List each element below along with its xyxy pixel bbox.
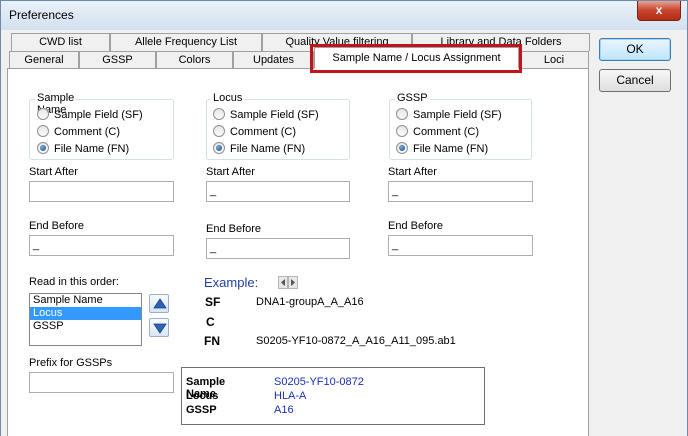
example-next-button[interactable] — [288, 276, 298, 289]
ok-button[interactable]: OK — [599, 38, 671, 61]
list-item[interactable]: Sample Name — [30, 294, 141, 307]
radio-checked-icon — [37, 142, 49, 154]
result-sample-name-value: S0205-YF10-0872 — [274, 376, 364, 388]
gssp-start-after-input[interactable]: _ — [388, 181, 533, 202]
radio-icon — [213, 108, 225, 120]
read-order-listbox[interactable]: Sample Name Locus GSSP — [29, 293, 142, 346]
gssp-group-label: GSSP — [395, 92, 430, 104]
locus-end-before-input[interactable]: _ — [206, 238, 350, 259]
locus-start-after-input[interactable]: _ — [206, 181, 350, 202]
example-prev-button[interactable] — [278, 276, 288, 289]
move-up-button[interactable] — [149, 294, 169, 313]
chevron-left-icon — [281, 279, 285, 286]
tab-updates[interactable]: Updates — [233, 51, 314, 69]
tab-loci[interactable]: Loci — [519, 51, 589, 69]
radio-icon — [37, 125, 49, 137]
tab-allele-frequency-list[interactable]: Allele Frequency List — [110, 33, 262, 51]
result-gssp-value: A16 — [274, 404, 294, 416]
gssp-end-before-input[interactable]: _ — [388, 235, 533, 256]
gssp-option-sf[interactable]: Sample Field (SF) — [396, 108, 502, 123]
window-title: Preferences — [9, 8, 74, 22]
sample-name-option-fn[interactable]: File Name (FN) — [37, 142, 129, 157]
example-fn-key: FN — [204, 334, 220, 348]
result-locus-key: Locus — [186, 390, 219, 402]
radio-checked-icon — [213, 142, 225, 154]
list-item[interactable]: Locus — [30, 307, 141, 320]
move-down-button[interactable] — [149, 318, 169, 337]
result-locus-value: HLA-A — [274, 390, 307, 402]
gssp-option-c[interactable]: Comment (C) — [396, 125, 479, 140]
title-bar: Preferences x — [1, 1, 687, 30]
locus-option-sf[interactable]: Sample Field (SF) — [213, 108, 319, 123]
arrow-down-icon — [153, 323, 167, 334]
sample-name-end-before-input[interactable]: _ — [29, 235, 174, 256]
prefix-gssp-label: Prefix for GSSPs — [29, 357, 113, 369]
radio-icon — [396, 108, 408, 120]
cancel-button[interactable]: Cancel — [599, 69, 671, 92]
example-fn-value: S0205-YF10-0872_A_A16_A11_095.ab1 — [256, 335, 456, 347]
tab-gssp[interactable]: GSSP — [79, 51, 156, 69]
close-button[interactable]: x — [637, 1, 681, 21]
radio-icon — [396, 125, 408, 137]
tab-colors[interactable]: Colors — [156, 51, 233, 69]
sample-name-option-sf[interactable]: Sample Field (SF) — [37, 108, 143, 123]
sample-name-start-after-input[interactable] — [29, 181, 174, 202]
list-item[interactable]: GSSP — [30, 320, 141, 333]
tab-cwd-list[interactable]: CWD list — [11, 33, 110, 51]
chevron-right-icon — [291, 279, 295, 286]
locus-end-before-label: End Before — [206, 223, 262, 235]
radio-icon — [37, 108, 49, 120]
radio-icon — [213, 125, 225, 137]
result-gssp-key: GSSP — [186, 404, 217, 416]
example-sf-key: SF — [205, 295, 221, 309]
example-c-key: C — [206, 315, 215, 329]
gssp-start-after-label: Start After — [388, 166, 437, 178]
read-order-label: Read in this order: — [29, 276, 119, 288]
sample-name-option-c[interactable]: Comment (C) — [37, 125, 120, 140]
tab-sample-name-locus-assignment[interactable]: Sample Name / Locus Assignment — [314, 47, 519, 69]
gssp-option-fn[interactable]: File Name (FN) — [396, 142, 488, 157]
sample-name-start-after-label: Start After — [29, 166, 78, 178]
prefix-gssp-input[interactable] — [29, 372, 174, 393]
example-sf-value: DNA1-groupA_A_A16 — [256, 296, 364, 308]
tab-general[interactable]: General — [9, 51, 79, 69]
radio-checked-icon — [396, 142, 408, 154]
sample-name-end-before-label: End Before — [29, 220, 85, 232]
example-label: Example: — [204, 275, 259, 290]
locus-option-fn[interactable]: File Name (FN) — [213, 142, 305, 157]
arrow-up-icon — [153, 298, 167, 309]
locus-start-after-label: Start After — [206, 166, 255, 178]
locus-group-label: Locus — [211, 92, 245, 104]
gssp-end-before-label: End Before — [388, 220, 444, 232]
locus-option-c[interactable]: Comment (C) — [213, 125, 296, 140]
